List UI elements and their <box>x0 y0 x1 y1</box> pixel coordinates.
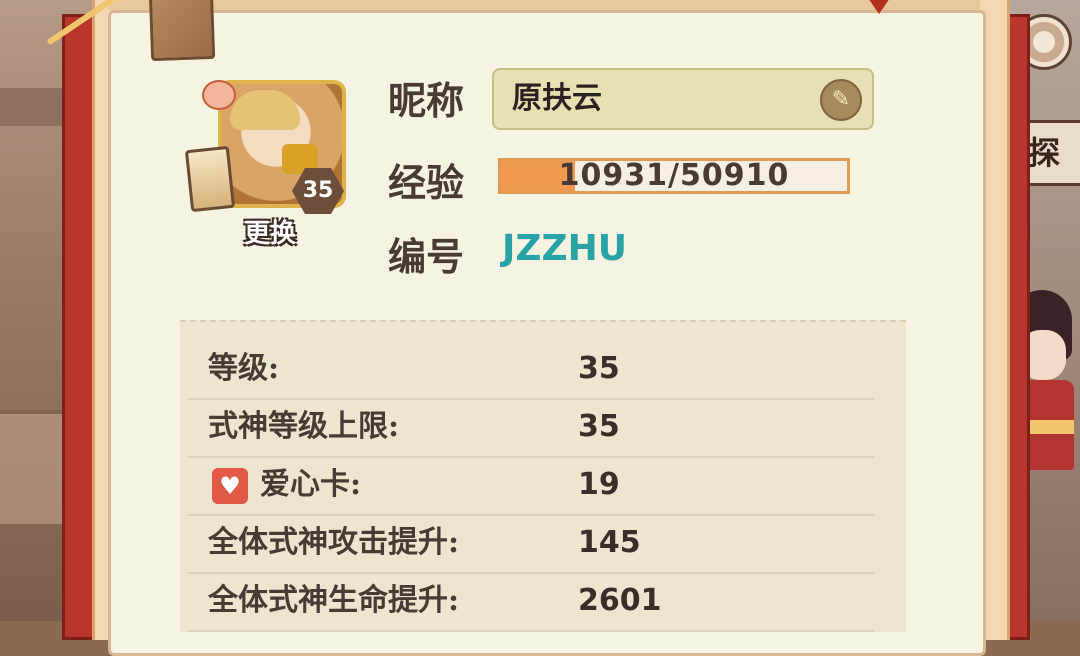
stat-value: 35 <box>578 351 620 386</box>
exp-label: 经验 <box>388 160 465 205</box>
heart-card-icon: ♥ <box>212 468 248 504</box>
stat-row-attack-bonus: 全体式神攻击提升: 145 <box>188 514 874 574</box>
stat-label: 全体式神攻击提升: <box>208 525 460 560</box>
stat-value: 2601 <box>578 583 662 618</box>
stat-label: 全体式神生命提升: <box>208 583 460 618</box>
nickname-field: 原扶云 ✎ <box>492 68 874 130</box>
exp-value: 10931/50910 <box>558 158 790 193</box>
id-label: 编号 <box>388 234 465 279</box>
stat-label: 等级: <box>208 351 280 386</box>
stat-row-level: 等级: 35 <box>188 340 874 400</box>
change-avatar-button[interactable]: 更换 <box>222 214 318 254</box>
seal-icon <box>202 80 236 110</box>
panel-top-strip <box>108 0 980 10</box>
stat-label: 爱心卡: <box>260 467 362 502</box>
shikigami-card-icon <box>184 145 236 213</box>
nickname-value: 原扶云 <box>512 81 602 116</box>
id-value: JZZHU <box>502 228 627 269</box>
stat-row-hp-bonus: 全体式神生命提升: 2601 <box>188 572 874 632</box>
nickname-label: 昵称 <box>388 78 465 123</box>
stat-row-shikigami-level-cap: 式神等级上限: 35 <box>188 398 874 458</box>
stat-value: 19 <box>578 467 620 502</box>
background-cabinet <box>0 410 70 524</box>
avatar-hair <box>230 90 300 130</box>
stat-row-heart-card: ♥ 爱心卡: 19 <box>188 456 874 516</box>
stat-label: 式神等级上限: <box>208 409 400 444</box>
stat-value: 145 <box>578 525 641 560</box>
background-shelf <box>0 88 70 126</box>
exp-bar: 10931/50910 <box>498 158 850 194</box>
edit-nickname-button[interactable]: ✎ <box>820 79 862 121</box>
stat-value: 35 <box>578 409 620 444</box>
wood-tag-decoration <box>148 0 216 62</box>
